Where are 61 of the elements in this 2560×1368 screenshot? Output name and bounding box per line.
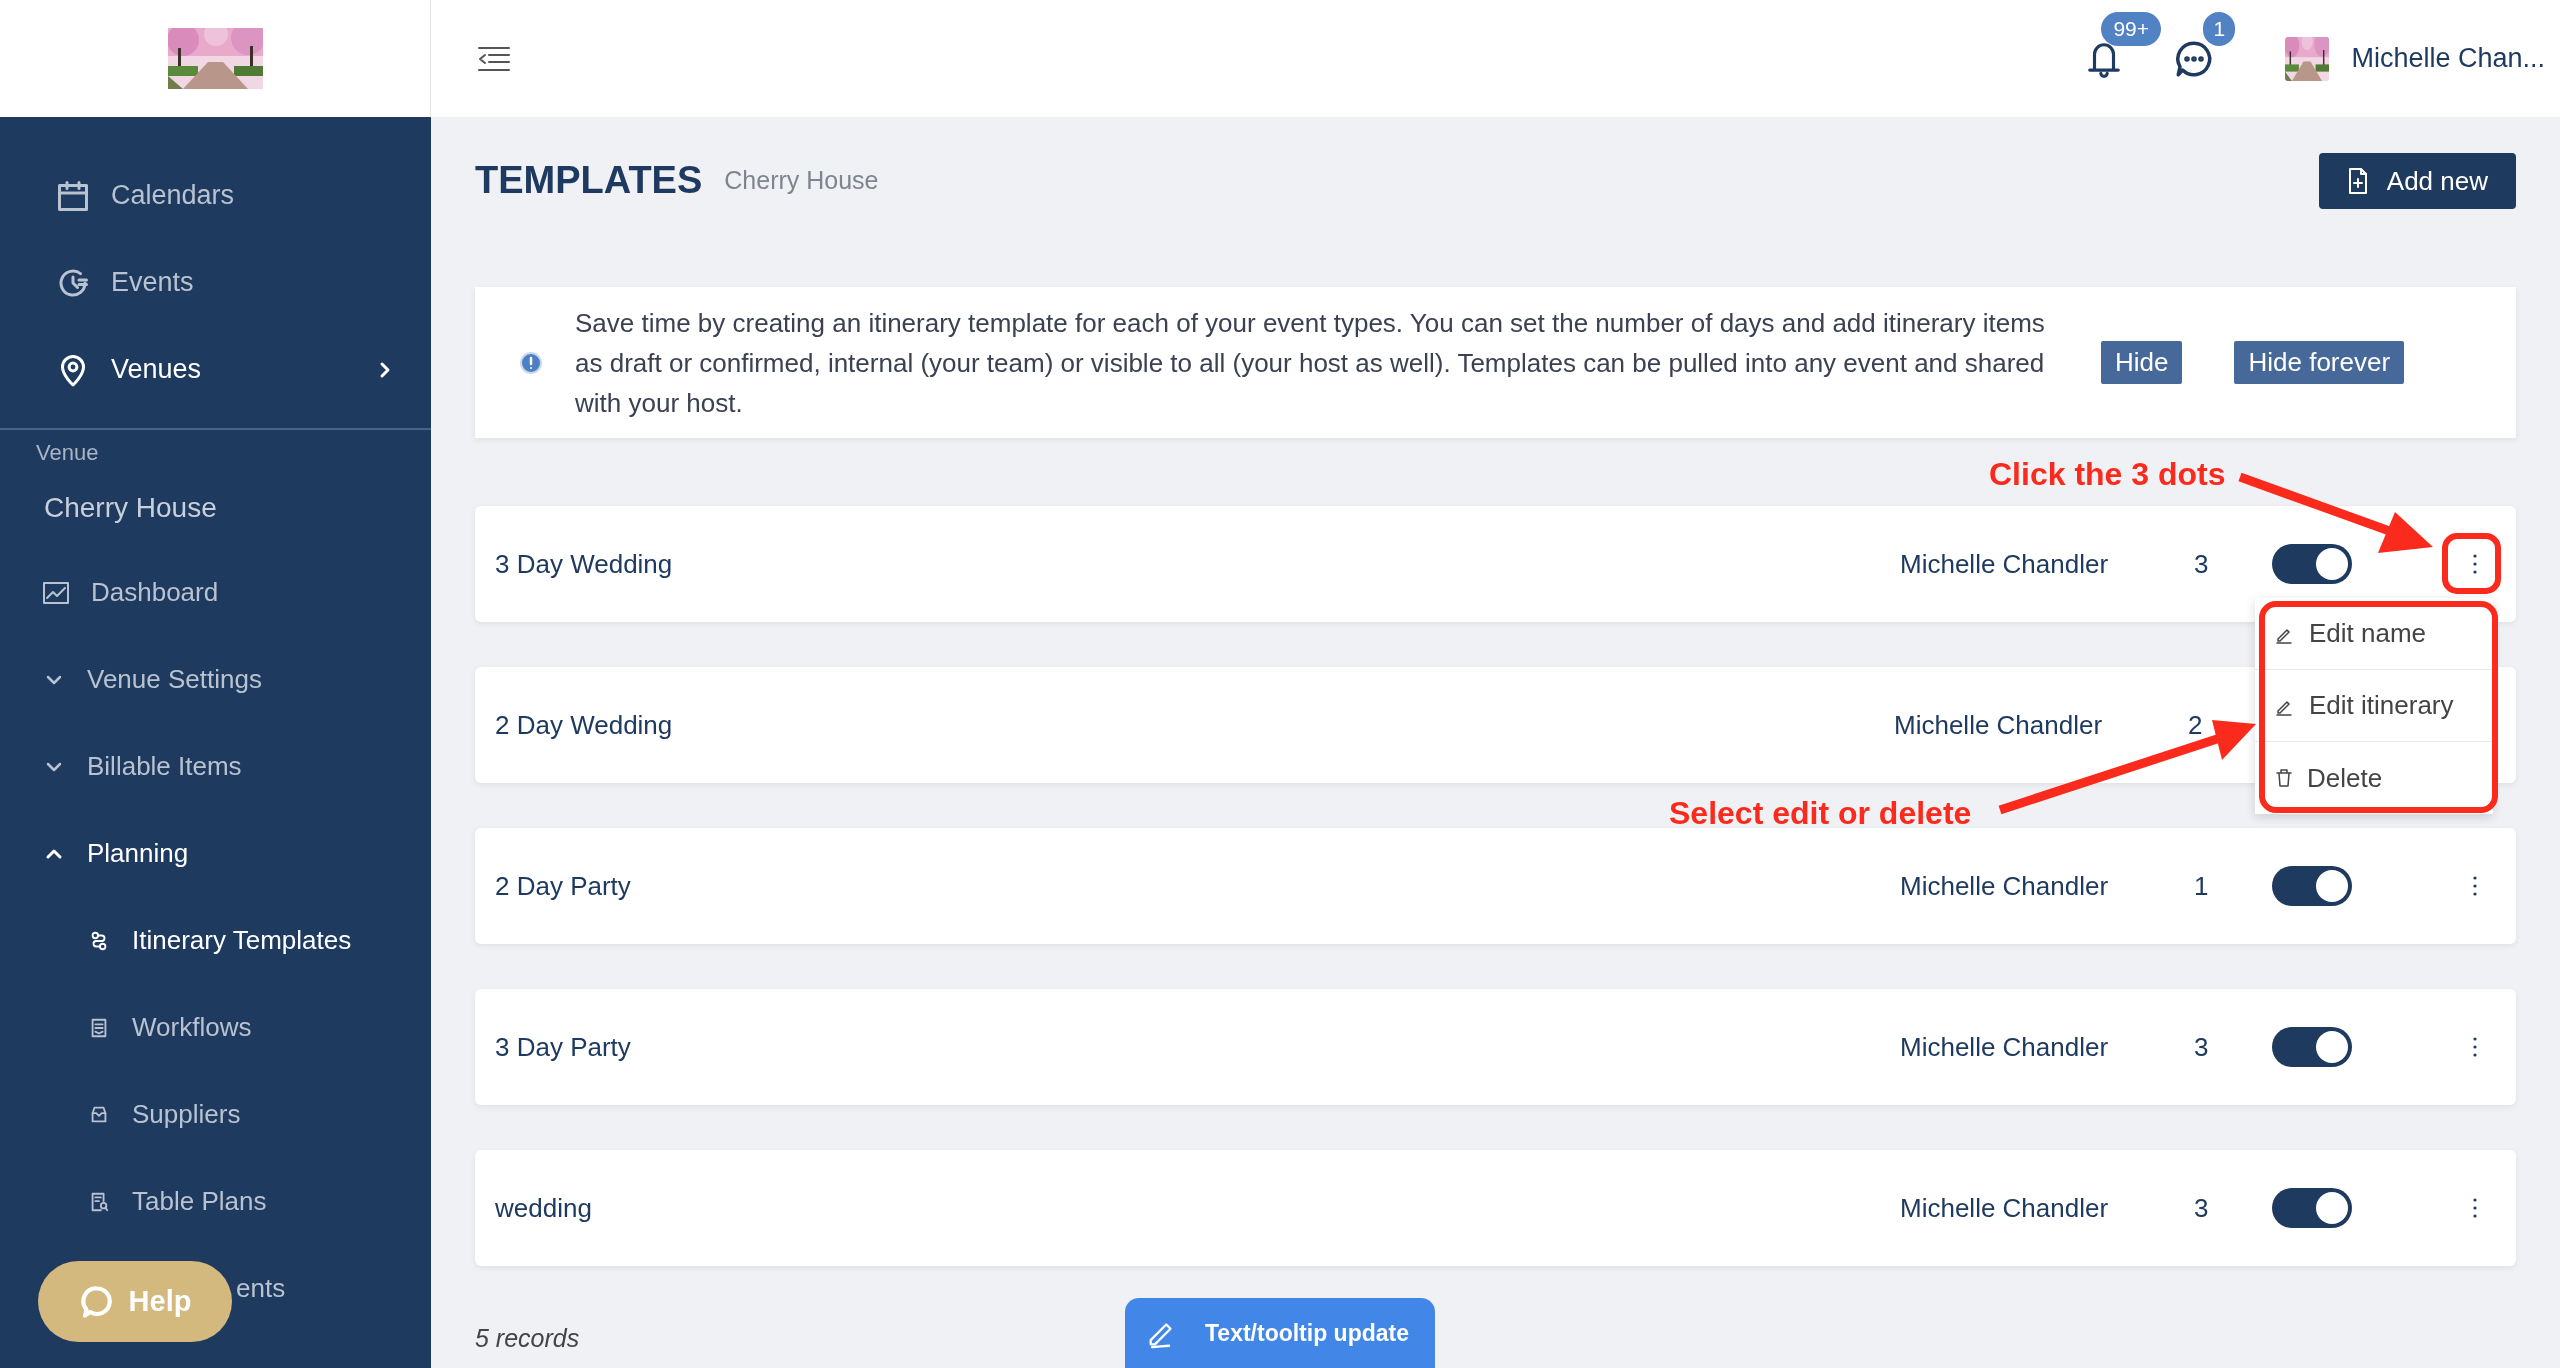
- owner-name: Michelle Chandler: [1900, 1030, 2110, 1064]
- nav-item[interactable]: Table Plans: [0, 1158, 267, 1245]
- nav-item[interactable]: Workflows: [0, 984, 252, 1071]
- annotation-text: Click the 3 dots: [1989, 455, 2226, 494]
- menu-icon: [477, 44, 511, 73]
- nav-item[interactable]: Dashboard: [0, 549, 431, 636]
- day-count: 3: [2194, 1191, 2210, 1225]
- feedback-button[interactable]: Text/tooltip update: [1125, 1298, 1435, 1368]
- menu-item[interactable]: Delete: [2255, 742, 2493, 814]
- nav-item[interactable]: Planning: [0, 810, 431, 897]
- info-icon: [520, 351, 542, 374]
- owner-name: Michelle Chandler: [1900, 1191, 2110, 1225]
- trash-icon: [2275, 768, 2293, 788]
- nav-item[interactable]: ents: [236, 1245, 286, 1332]
- user-name[interactable]: Michelle Chan...: [2351, 38, 2545, 79]
- nav-item[interactable]: Calendars: [0, 152, 431, 239]
- toggle-switch[interactable]: [2272, 866, 2352, 906]
- section-heading: Venue: [35, 439, 100, 467]
- page-subtitle: Cherry House: [724, 165, 879, 197]
- chat-bubble-icon: [78, 1283, 115, 1320]
- nav-item[interactable]: Billable Items: [0, 723, 431, 810]
- day-count: 3: [2194, 547, 2210, 581]
- annotation-text: Select edit or delete: [1669, 794, 1972, 833]
- vertical-dots-icon: [2472, 553, 2478, 575]
- file-plus-icon: [2346, 167, 2369, 195]
- menu-item[interactable]: Edit name: [2255, 598, 2493, 670]
- day-count: 3: [2194, 1030, 2210, 1064]
- owner-name: Michelle Chandler: [1900, 547, 2110, 581]
- toggle-switch[interactable]: [2272, 1027, 2352, 1067]
- highlight-frame: [2442, 533, 2501, 594]
- day-count: 2: [2188, 708, 2204, 742]
- notification-count: 99+: [2101, 11, 2162, 46]
- template-name[interactable]: 2 Day Wedding: [495, 705, 1894, 745]
- page-title: TEMPLATES: [475, 158, 703, 204]
- template-name[interactable]: 2 Day Party: [495, 866, 1900, 906]
- record-count: 5 records: [475, 1323, 580, 1354]
- chart-icon: [43, 581, 69, 604]
- owner-name: Michelle Chandler: [1894, 708, 2104, 742]
- nav-item[interactable]: Venue Settings: [0, 636, 431, 723]
- menu-item[interactable]: Edit itinerary: [2255, 670, 2493, 742]
- template-name[interactable]: 3 Day Party: [495, 1027, 1900, 1067]
- owner-name: Michelle Chandler: [1900, 869, 2110, 903]
- nav-item[interactable]: Venues: [0, 326, 431, 413]
- add-new-button[interactable]: Add new: [2318, 153, 2516, 209]
- hide-button[interactable]: Hide: [2101, 341, 2183, 384]
- vertical-dots-icon: [2472, 875, 2478, 897]
- nav-item[interactable]: Events: [0, 239, 431, 326]
- nav-item[interactable]: Suppliers: [0, 1071, 241, 1158]
- hide-button[interactable]: Hide forever: [2234, 341, 2405, 384]
- day-count: 1: [2194, 869, 2210, 903]
- vertical-dots-icon: [2472, 1197, 2478, 1219]
- menu-button[interactable]: [477, 44, 511, 73]
- venue-name: Cherry House: [43, 491, 218, 525]
- nav-item[interactable]: Itinerary Templates: [0, 897, 352, 984]
- template-name[interactable]: 3 Day Wedding: [495, 544, 1900, 584]
- toggle-switch[interactable]: [2272, 544, 2352, 584]
- message-count: 1: [2203, 11, 2236, 46]
- toggle-switch[interactable]: [2272, 1188, 2352, 1228]
- template-name[interactable]: wedding: [495, 1188, 1900, 1228]
- vertical-dots-icon: [2472, 1036, 2478, 1058]
- info-text: Save time by creating an itinerary template for each of your event types. You can set the number of days and add itinerary items as draft or confirmed, internal (your team) or visible to all (your host as well). Templates can be pulled into any event and shared with your host.: [575, 306, 2045, 420]
